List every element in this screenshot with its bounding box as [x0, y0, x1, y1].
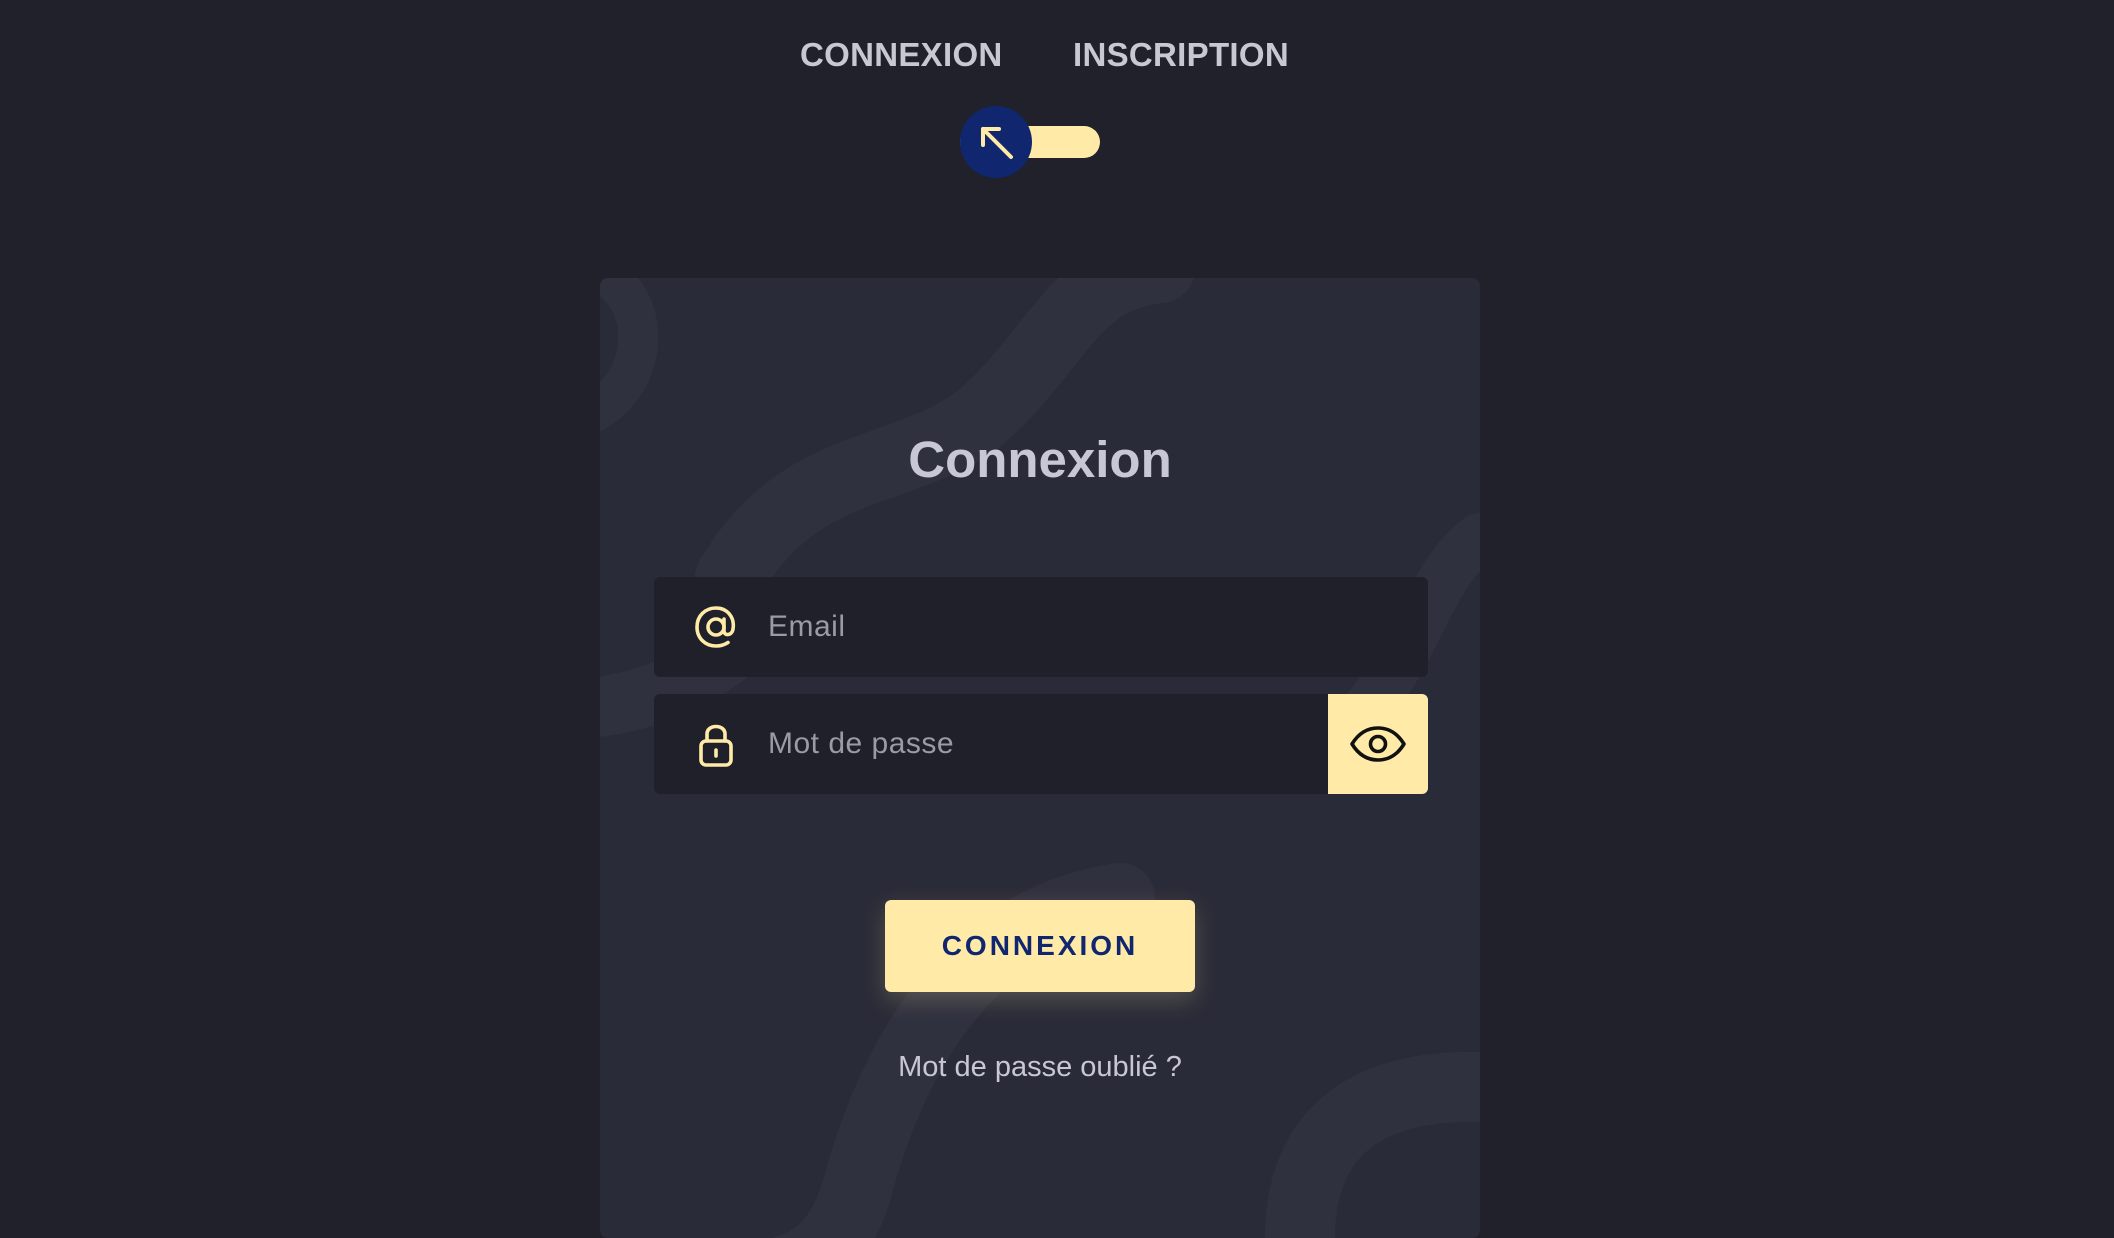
- switch-label-connexion[interactable]: CONNEXION: [800, 36, 1003, 74]
- eye-icon: [1350, 726, 1406, 762]
- email-field: [654, 577, 1428, 677]
- form-title: Connexion: [908, 431, 1172, 488]
- switch-label-inscription[interactable]: INSCRIPTION: [1073, 36, 1289, 74]
- lock-icon: [699, 724, 733, 767]
- password-field: [654, 694, 1428, 794]
- forgot-password-link[interactable]: Mot de passe oublié ?: [600, 1050, 1480, 1084]
- toggle-knob[interactable]: [960, 106, 1032, 178]
- show-password-button[interactable]: [1328, 694, 1428, 794]
- at-sign-icon: [695, 606, 736, 648]
- password-input[interactable]: [768, 694, 1308, 794]
- connexion-submit-button[interactable]: CONNEXION: [885, 900, 1195, 992]
- email-input[interactable]: [768, 577, 1308, 677]
- login-card: Connexion CONNEXION Mot de passe oublié …: [600, 278, 1480, 1238]
- arrow-up-left-icon: [981, 127, 1013, 159]
